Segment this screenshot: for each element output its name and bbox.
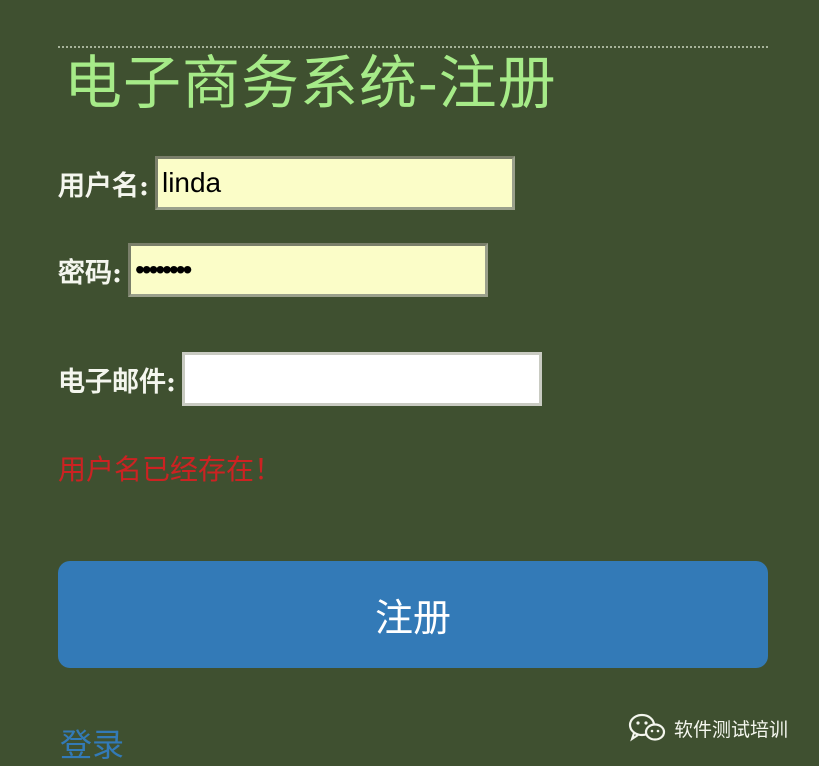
watermark-text: 软件测试培训 — [674, 718, 789, 741]
email-input[interactable] — [181, 352, 542, 406]
username-label: 用户名: — [58, 170, 149, 202]
email-label: 电子邮件: — [58, 366, 176, 398]
login-link[interactable]: 登录 — [60, 720, 124, 766]
page-title: 电子商务系统-注册 — [64, 49, 557, 117]
watermark: 软件测试培训 — [628, 712, 788, 744]
wechat-icon — [628, 713, 666, 742]
username-input[interactable] — [154, 156, 515, 210]
title-divider — [58, 46, 768, 48]
password-row: 密码: — [58, 243, 488, 297]
username-row: 用户名: — [58, 156, 515, 210]
password-input[interactable] — [127, 243, 488, 297]
error-message: 用户名已经存在！ — [58, 453, 283, 486]
password-label: 密码: — [58, 257, 122, 289]
register-button[interactable]: 注册 — [58, 561, 768, 668]
email-row: 电子邮件: — [58, 352, 542, 406]
